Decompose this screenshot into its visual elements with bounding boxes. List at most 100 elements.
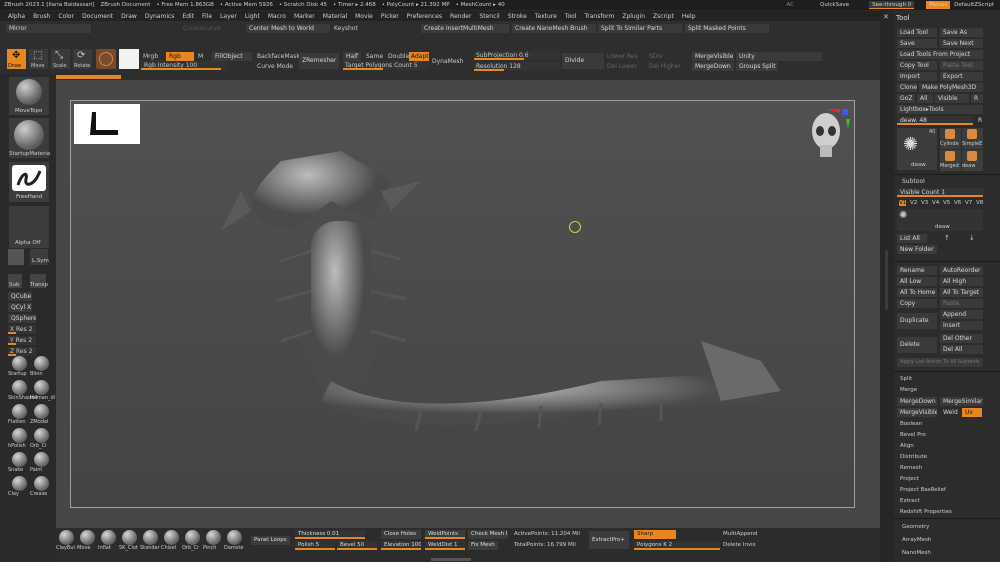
delete-button[interactable]: Delete (897, 337, 937, 353)
clone-button[interactable]: Clone (897, 83, 917, 92)
version-v6[interactable]: V6 (954, 200, 961, 206)
merged-tool-thumb[interactable]: Merged (940, 150, 961, 171)
tool-slider[interactable]: deaw. 48 (897, 116, 973, 125)
goz-r-button[interactable]: R (971, 94, 983, 103)
material-swatch[interactable] (96, 49, 116, 69)
subtool-section-header[interactable]: Subtool (902, 178, 925, 185)
del-lower-button[interactable]: Del Lower (607, 62, 637, 71)
alpha-slot[interactable]: Alpha Off (9, 206, 49, 248)
menu-marker[interactable]: Marker (294, 13, 315, 20)
mirror-button[interactable]: Mirror (6, 24, 91, 33)
bottom-brush-pinch[interactable]: Pinch (203, 530, 224, 556)
version-v3[interactable]: V3 (921, 200, 928, 206)
del-all-button[interactable]: Del All (940, 345, 983, 354)
section-arraymesh[interactable]: ArrayMesh (902, 537, 931, 543)
double-button[interactable]: Double (388, 52, 409, 61)
brush-slot[interactable]: MoveTopo (9, 77, 49, 115)
move-button[interactable]: ⬚ Move (29, 49, 48, 69)
qcube-button[interactable]: QCube (8, 292, 32, 301)
bottom-brush-chisel[interactable]: Chisel (161, 530, 182, 556)
goz-button[interactable]: GoZ (897, 94, 915, 103)
subprojection-slider[interactable]: SubProjection 0.6 (474, 51, 560, 60)
adapt-button[interactable]: Adapt (409, 52, 429, 61)
uv-button[interactable]: Uv (962, 408, 982, 417)
qcyl-button[interactable]: QCyl X (8, 303, 32, 312)
section-project[interactable]: Project (900, 476, 919, 482)
move-up-icon[interactable]: ↑ (944, 234, 950, 242)
dynamesh-button[interactable]: DynaMesh (432, 57, 463, 66)
panel-loops-button[interactable]: Panel Loops (251, 536, 290, 545)
unity-button[interactable]: Unity (736, 52, 822, 61)
all-low-button[interactable]: All Low (897, 277, 937, 286)
lightbox-tools-button[interactable]: Lightbox▸Tools (897, 105, 983, 114)
section-nanomesh[interactable]: NanoMesh (902, 550, 931, 556)
mergesimilar-button[interactable]: MergeSimilar (940, 397, 983, 406)
version-v2[interactable]: V2 (910, 200, 917, 206)
weldpoints-button[interactable]: WeldPoints (425, 530, 465, 539)
paste-button[interactable]: Paste (940, 299, 983, 308)
insert-button[interactable]: Insert (940, 321, 983, 330)
menu-edit[interactable]: Edit (182, 13, 194, 20)
polygons-k-slider[interactable]: Polygons K 2 (634, 541, 720, 550)
menu-stroke[interactable]: Stroke (508, 13, 527, 20)
version-v5[interactable]: V5 (943, 200, 950, 206)
section-align[interactable]: Align (900, 443, 914, 449)
save-button[interactable]: Save (897, 39, 937, 48)
section-remesh[interactable]: Remesh (900, 465, 922, 471)
lower-res-button[interactable]: Lower Res (607, 52, 638, 61)
list-all-button[interactable]: List All (897, 234, 927, 243)
del-other-button[interactable]: Del Other (940, 334, 983, 343)
zres-slider[interactable]: Z Res 2 (8, 347, 36, 356)
left-brush-flatten[interactable]: Flatten (8, 404, 30, 428)
left-brush-paint[interactable]: Paint (30, 452, 52, 476)
make-polymesh-button[interactable]: Make PolyMesh3D (919, 83, 983, 92)
copy-tool-button[interactable]: Copy Tool (897, 61, 937, 70)
menu-picker[interactable]: Picker (381, 13, 399, 20)
bottom-brush-claybui[interactable]: ClayBui (56, 530, 77, 556)
load-tool-button[interactable]: Load Tool (897, 28, 937, 37)
fix-mesh-button[interactable]: Fix Mesh (468, 541, 498, 550)
save-as-button[interactable]: Save As (940, 28, 983, 37)
bottom-brush-inflat[interactable]: Inflat (98, 530, 119, 556)
all-to-target-button[interactable]: All To Target (940, 288, 983, 297)
elevation-slider[interactable]: Elevation 100 (381, 541, 421, 550)
default-script[interactable]: DefaultZScript (954, 2, 994, 8)
rgb-button[interactable]: Rgb (166, 52, 194, 61)
rotate-button[interactable]: ⟳ Rotate (73, 49, 92, 69)
del-higher-button[interactable]: Del Higher (649, 62, 681, 71)
target-polygons-slider[interactable]: Target Polygons Count 5 (343, 61, 429, 70)
resolution-slider[interactable]: Resolution 128 (474, 62, 560, 71)
simplebrush-tool-thumb[interactable]: SimpleE (962, 128, 983, 149)
menu-file[interactable]: File (202, 13, 212, 20)
backfacemask-button[interactable]: BackfaceMask (257, 52, 300, 61)
copy-button[interactable]: Copy (897, 299, 937, 308)
yres-slider[interactable]: Y Res 2 (8, 336, 36, 345)
m-button[interactable]: M (198, 52, 203, 61)
center-mesh-button[interactable]: Center Mesh to World (246, 24, 330, 33)
subtool-mergevisible-button[interactable]: MergeVisible (897, 408, 937, 417)
menu-zscript[interactable]: Zscript (653, 13, 674, 20)
menu-alpha[interactable]: Alpha (8, 13, 25, 20)
keyshot-button[interactable]: Keyshot (334, 24, 358, 33)
version-v1[interactable]: V1 (899, 200, 907, 206)
left-brush-crease[interactable]: Crease (30, 476, 52, 500)
qsphere-button[interactable]: QSphere (8, 314, 36, 323)
new-folder-button[interactable]: New Folder (897, 245, 937, 254)
welddist-slider[interactable]: WeldDist 1 (425, 541, 465, 550)
duplicate-button[interactable]: Duplicate (897, 313, 937, 329)
all-to-home-button[interactable]: All To Home (897, 288, 937, 297)
zremesher-button[interactable]: ZRemesher (299, 53, 339, 69)
transp-button[interactable]: Transp (30, 274, 48, 288)
goz-all-button[interactable]: All (917, 94, 933, 103)
left-brush-zmodel[interactable]: ZModel (30, 404, 52, 428)
section-split[interactable]: Split (900, 376, 912, 382)
divide-button[interactable]: Divide (562, 53, 604, 69)
split-similar-button[interactable]: Split To Similar Parts (598, 24, 682, 33)
half-button[interactable]: Half (343, 52, 361, 61)
bottom-brush-move[interactable]: Move (77, 530, 98, 556)
append-button[interactable]: Append (940, 310, 983, 319)
deaw-tool-thumb[interactable]: deaw (962, 150, 983, 171)
navigation-skull[interactable] (806, 109, 851, 167)
draw-button[interactable]: ✥ Draw (7, 49, 26, 69)
menu-zplugin[interactable]: Zplugin (622, 13, 645, 20)
